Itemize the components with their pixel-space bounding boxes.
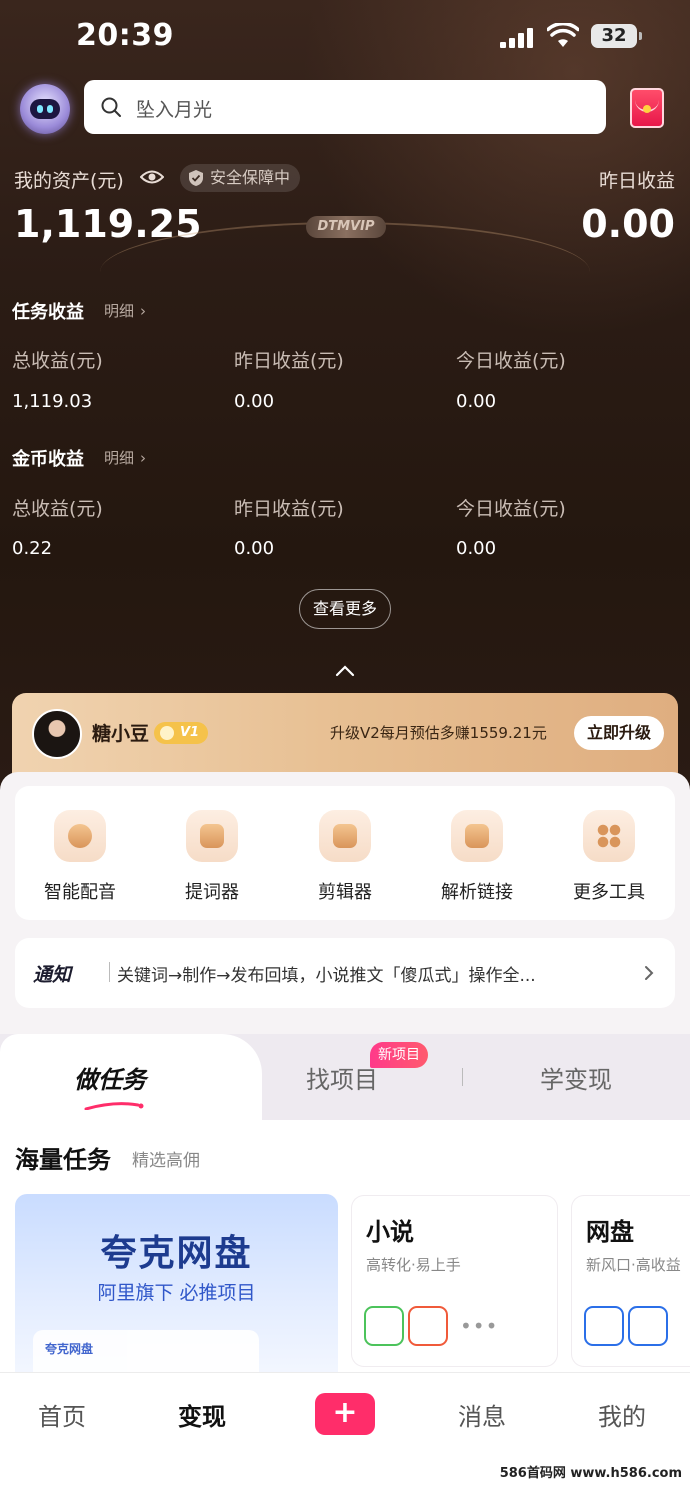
chevron-right-icon: › [140, 302, 147, 320]
see-more-button[interactable]: 查看更多 [299, 589, 391, 629]
novel-card[interactable]: 小说 高转化·易上手 ••• [352, 1196, 557, 1366]
task-yesterday-value: 0.00 [234, 391, 275, 412]
novel-app-icon [364, 1306, 404, 1346]
voice-icon [54, 810, 106, 862]
detail-label: 明细 [104, 449, 135, 467]
card-subtitle: 高转化·易上手 [366, 1256, 461, 1274]
grid-icon [583, 810, 635, 862]
tool-label: 剪辑器 [318, 882, 372, 903]
quark-netdisk-card[interactable]: 夸克网盘 阿里旗下 必推项目 夸克网盘 [15, 1194, 338, 1390]
card-title: 小说 [366, 1218, 414, 1246]
battery-indicator: 32 [591, 24, 642, 48]
coin-yesterday-label: 昨日收益(元) [234, 498, 344, 520]
tool-label: 解析链接 [441, 882, 513, 903]
nav-home[interactable]: 首页 [38, 1397, 86, 1432]
coin-today-value: 0.00 [456, 538, 497, 559]
avatar[interactable] [32, 709, 82, 759]
task-income-detail-link[interactable]: 明细 › [104, 300, 146, 321]
safety-badge: 安全保障中 [180, 164, 301, 192]
tool-smart-voice[interactable]: 智能配音 [25, 810, 135, 904]
tomato-novel-icon [408, 1306, 448, 1346]
coin-total-value: 0.22 [12, 538, 53, 559]
notice-tag: 通知 [33, 964, 72, 986]
nav-plus-button[interactable]: + [315, 1393, 375, 1435]
nav-monetize[interactable]: 变现 [178, 1397, 226, 1432]
eye-icon[interactable] [140, 167, 164, 187]
tab-find-project[interactable]: 找项目 [306, 1060, 378, 1095]
tab-do-task[interactable]: 做任务 [74, 1060, 146, 1095]
chevron-right-icon [645, 966, 654, 980]
task-tabs: 做任务 找项目 新项目 学变现 [0, 1034, 690, 1120]
status-time: 20:39 [76, 18, 174, 53]
thunder-app-icon [628, 1306, 668, 1346]
tool-editor[interactable]: 剪辑器 [290, 810, 400, 904]
coin-total-label: 总收益(元) [12, 498, 103, 520]
yesterday-income-value: 0.00 [581, 202, 675, 246]
netdisk-card[interactable]: 网盘 新风口·高收益 [572, 1196, 690, 1366]
tool-label: 更多工具 [573, 882, 645, 903]
coin-yesterday-value: 0.00 [234, 538, 275, 559]
level-badge: V1 [154, 722, 208, 744]
card-title: 网盘 [586, 1218, 634, 1246]
shield-icon [189, 170, 203, 186]
notice-message: 关键词→制作→发布回填，小说推文「傻瓜式」操作全... [117, 966, 536, 986]
signal-icon [500, 28, 536, 48]
wifi-icon [547, 23, 579, 47]
notice-bar[interactable]: 通知 关键词→制作→发布回填，小说推文「傻瓜式」操作全... [15, 938, 675, 1008]
coin-today-label: 今日收益(元) [456, 498, 566, 520]
task-today-label: 今日收益(元) [456, 350, 566, 372]
card-subtitle: 新风口·高收益 [586, 1256, 681, 1274]
safety-badge-label: 安全保障中 [210, 168, 291, 187]
link-parse-icon [451, 810, 503, 862]
new-project-badge: 新项目 [370, 1042, 428, 1068]
active-tab-indicator [84, 1102, 144, 1110]
section-subtitle: 精选高佣 [132, 1151, 200, 1171]
upgrade-text: 升级V2每月预估多赚1559.21元 [330, 724, 547, 742]
search-placeholder: 坠入月光 [136, 99, 213, 121]
detail-label: 明细 [104, 302, 135, 320]
card-preview-label: 夸克网盘 [45, 1342, 94, 1356]
chevron-right-icon: › [140, 449, 147, 467]
tool-label: 智能配音 [44, 882, 116, 903]
nav-messages[interactable]: 消息 [458, 1397, 506, 1432]
tab-learn-monetize[interactable]: 学变现 [540, 1060, 612, 1095]
assistant-robot-icon[interactable] [20, 84, 70, 134]
nav-me[interactable]: 我的 [598, 1397, 646, 1432]
tool-teleprompter[interactable]: 提词器 [157, 810, 267, 904]
watermark: 586首码网 www.h586.com [499, 1466, 682, 1481]
task-income-title: 任务收益 [12, 302, 84, 323]
status-bar: 20:39 32 [0, 0, 690, 76]
section-title: 海量任务 [15, 1146, 111, 1174]
tools-grid: 智能配音 提词器 剪辑器 解析链接 更多工具 [15, 786, 675, 920]
more-dots-icon: ••• [460, 1314, 499, 1338]
task-today-value: 0.00 [456, 391, 497, 412]
coin-income-detail-link[interactable]: 明细 › [104, 447, 146, 468]
vip-badge: DTMVIP [306, 216, 386, 238]
divider [462, 1068, 463, 1086]
divider [109, 962, 110, 982]
teleprompter-icon [186, 810, 238, 862]
tool-label: 提词器 [185, 882, 239, 903]
search-icon [101, 97, 121, 117]
task-total-value: 1,119.03 [12, 391, 93, 412]
upgrade-button[interactable]: 立即升级 [574, 716, 664, 750]
task-yesterday-label: 昨日收益(元) [234, 350, 344, 372]
red-packet-icon[interactable] [630, 88, 664, 128]
yesterday-income-label: 昨日收益 [598, 170, 675, 192]
task-total-label: 总收益(元) [12, 350, 103, 372]
tool-link-parse[interactable]: 解析链接 [422, 810, 532, 904]
assets-label: 我的资产(元) [14, 170, 124, 192]
card-title: 夸克网盘 [100, 1233, 253, 1274]
search-input[interactable]: 坠入月光 [84, 80, 606, 134]
chevron-up-icon[interactable] [334, 664, 356, 678]
netdisk-app-icon [584, 1306, 624, 1346]
editor-icon [319, 810, 371, 862]
user-name: 糖小豆 [92, 723, 150, 745]
tool-more[interactable]: 更多工具 [554, 810, 664, 904]
coin-income-title: 金币收益 [12, 449, 84, 470]
card-subtitle: 阿里旗下 必推项目 [97, 1282, 256, 1304]
